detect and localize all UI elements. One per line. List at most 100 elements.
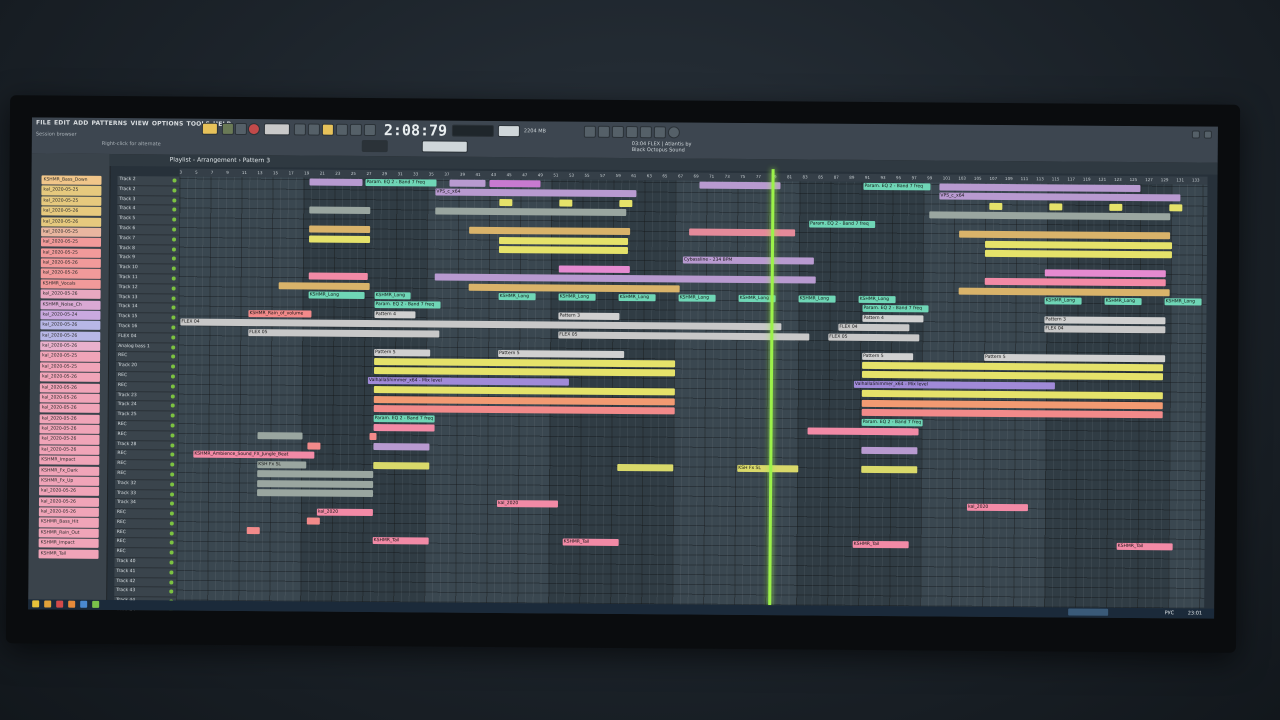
track-mute-led[interactable]	[172, 217, 177, 222]
track-header[interactable]: Track 9	[116, 254, 179, 265]
playlist-clip[interactable]: Pattern 5	[862, 352, 914, 360]
track-mute-led[interactable]	[169, 540, 174, 545]
snap-select[interactable]	[361, 139, 388, 153]
track-header[interactable]: Track 23	[115, 391, 178, 402]
browser-item[interactable]: kal_2020-05-25	[40, 248, 101, 258]
playlist-clip[interactable]	[984, 278, 1166, 287]
playlist-clip[interactable]: KSHMR_Long	[1044, 297, 1082, 305]
playlist-clip[interactable]	[861, 399, 1163, 409]
track-header[interactable]: Track 13	[116, 293, 179, 304]
browser-item[interactable]: kal_2020-05-26	[39, 414, 100, 424]
track-mute-led[interactable]	[170, 374, 175, 379]
playlist-clip[interactable]	[307, 442, 321, 450]
menu-view[interactable]: VIEW	[130, 120, 148, 127]
record-button[interactable]	[247, 123, 260, 136]
playlist-clip[interactable]: Param. EQ 2 - Band 7 freq	[863, 182, 931, 191]
track-mute-led[interactable]	[170, 472, 175, 477]
playlist-clip[interactable]	[861, 409, 1163, 419]
window-close-icon[interactable]	[1203, 130, 1212, 139]
playlist-clip[interactable]: Cybassline - 234 BPM	[682, 256, 814, 265]
track-mute-led[interactable]	[170, 442, 175, 447]
track-mute-led[interactable]	[171, 315, 176, 320]
loop-record-icon[interactable]	[349, 123, 362, 136]
playlist-clip[interactable]	[373, 367, 676, 377]
playlist-clip[interactable]: VPS_c_x64	[939, 192, 1181, 202]
browser-item[interactable]: kal_2020-05-26	[38, 497, 100, 507]
menu-options[interactable]: OPTIONS	[152, 120, 184, 127]
track-header[interactable]: Track 6	[117, 225, 180, 236]
browser-item[interactable]: KSHMR_Noise_Ch	[40, 299, 101, 310]
track-mute-led[interactable]	[172, 198, 177, 203]
track-header[interactable]: REC	[116, 352, 179, 363]
track-mute-led[interactable]	[169, 521, 174, 526]
track-header[interactable]: FLEX 04	[116, 332, 179, 344]
playlist-clip[interactable]	[308, 272, 368, 281]
track-header[interactable]: REC	[114, 538, 177, 549]
playlist-clip[interactable]	[861, 427, 913, 436]
pattern-mode-button[interactable]	[201, 122, 218, 135]
browser-item[interactable]: KSHMR_Fx_Up	[39, 476, 100, 486]
track-header[interactable]: Track 5	[117, 215, 180, 226]
track-mute-led[interactable]	[170, 452, 175, 457]
playlist-clip[interactable]: Param. EQ 2 - Band 7 freq	[862, 305, 929, 313]
track-header[interactable]: Track 41	[114, 567, 177, 579]
mixer-icon[interactable]	[583, 125, 596, 138]
browser-item[interactable]: kal_2020-05-26	[41, 216, 102, 227]
browser-item[interactable]: kal_2020-05-26	[39, 382, 100, 393]
track-header[interactable]: Track 2	[117, 185, 180, 197]
playlist-clip[interactable]	[373, 461, 430, 470]
track-mute-led[interactable]	[169, 550, 174, 555]
playlist-clip[interactable]	[246, 526, 260, 534]
track-mute-led[interactable]	[171, 305, 176, 310]
playlist-clip[interactable]	[861, 390, 1163, 400]
browser-taskbar-icon[interactable]	[56, 600, 64, 608]
track-header[interactable]: REC	[115, 430, 178, 442]
playlist-icon[interactable]	[625, 126, 638, 139]
menu-file[interactable]: FILE	[36, 119, 51, 126]
tempo-box[interactable]	[263, 123, 290, 136]
channel-rack-icon[interactable]	[611, 125, 624, 138]
track-mute-led[interactable]	[169, 531, 174, 536]
browser-item[interactable]: kal_2020-05-26	[39, 445, 100, 455]
track-header[interactable]: Track 15	[116, 313, 179, 324]
track-header[interactable]: Track 34	[114, 499, 177, 510]
playlist-clip[interactable]	[929, 211, 1171, 221]
track-mute-led[interactable]	[171, 325, 176, 330]
playlist-clip[interactable]	[309, 206, 371, 215]
browser-item[interactable]: kal_2020-05-26	[39, 403, 100, 414]
track-header[interactable]: REC	[114, 509, 177, 520]
track-mute-led[interactable]	[170, 393, 175, 399]
browser-item[interactable]: kal_2020-05-25	[40, 362, 101, 372]
playlist-clip[interactable]: FLEX 05	[248, 328, 440, 338]
track-mute-led[interactable]	[171, 296, 176, 301]
browser-item[interactable]: kal_2020-05-26	[39, 424, 100, 435]
playlist-clip[interactable]	[989, 202, 1003, 210]
playlist-clip[interactable]: Pattern 5	[984, 353, 1166, 362]
track-mute-led[interactable]	[172, 188, 177, 193]
track-header[interactable]: Track 11	[116, 273, 179, 285]
playlist-clip[interactable]	[1049, 203, 1063, 211]
browser-item[interactable]: KSHMR_Vocals	[40, 279, 101, 289]
playlist-clip[interactable]: Pattern 4	[862, 314, 924, 323]
track-header[interactable]: Track 7	[117, 234, 180, 246]
playlist-clip[interactable]	[1109, 203, 1123, 211]
playlist-clip[interactable]: Pattern 5	[374, 348, 431, 357]
track-header[interactable]: Track 25	[115, 411, 178, 422]
playlist-clip[interactable]	[374, 358, 676, 368]
playlist-clip[interactable]	[306, 517, 320, 525]
browser-item[interactable]: kal_2020-05-26	[39, 434, 100, 445]
playlist-clip[interactable]: KSHMR_Tail	[1116, 542, 1173, 551]
playlist-clip[interactable]	[373, 386, 675, 396]
track-header[interactable]: Track 16	[116, 322, 179, 334]
playlist-clip[interactable]: KSHMR_Long	[558, 293, 596, 301]
playlist-clip[interactable]	[498, 245, 628, 254]
track-mute-led[interactable]	[171, 354, 176, 359]
playlist-clip[interactable]	[617, 463, 674, 472]
track-mute-led[interactable]	[171, 335, 176, 340]
pattern-select[interactable]	[421, 140, 468, 153]
browser-item[interactable]: kal_2020-05-25	[41, 227, 102, 237]
playlist-clip[interactable]: FLEX 04	[838, 324, 910, 332]
track-mute-led[interactable]	[170, 413, 175, 418]
browser-item[interactable]: kal_2020-05-26	[38, 507, 99, 518]
browser-item[interactable]: kal_2020-05-25	[40, 351, 101, 362]
